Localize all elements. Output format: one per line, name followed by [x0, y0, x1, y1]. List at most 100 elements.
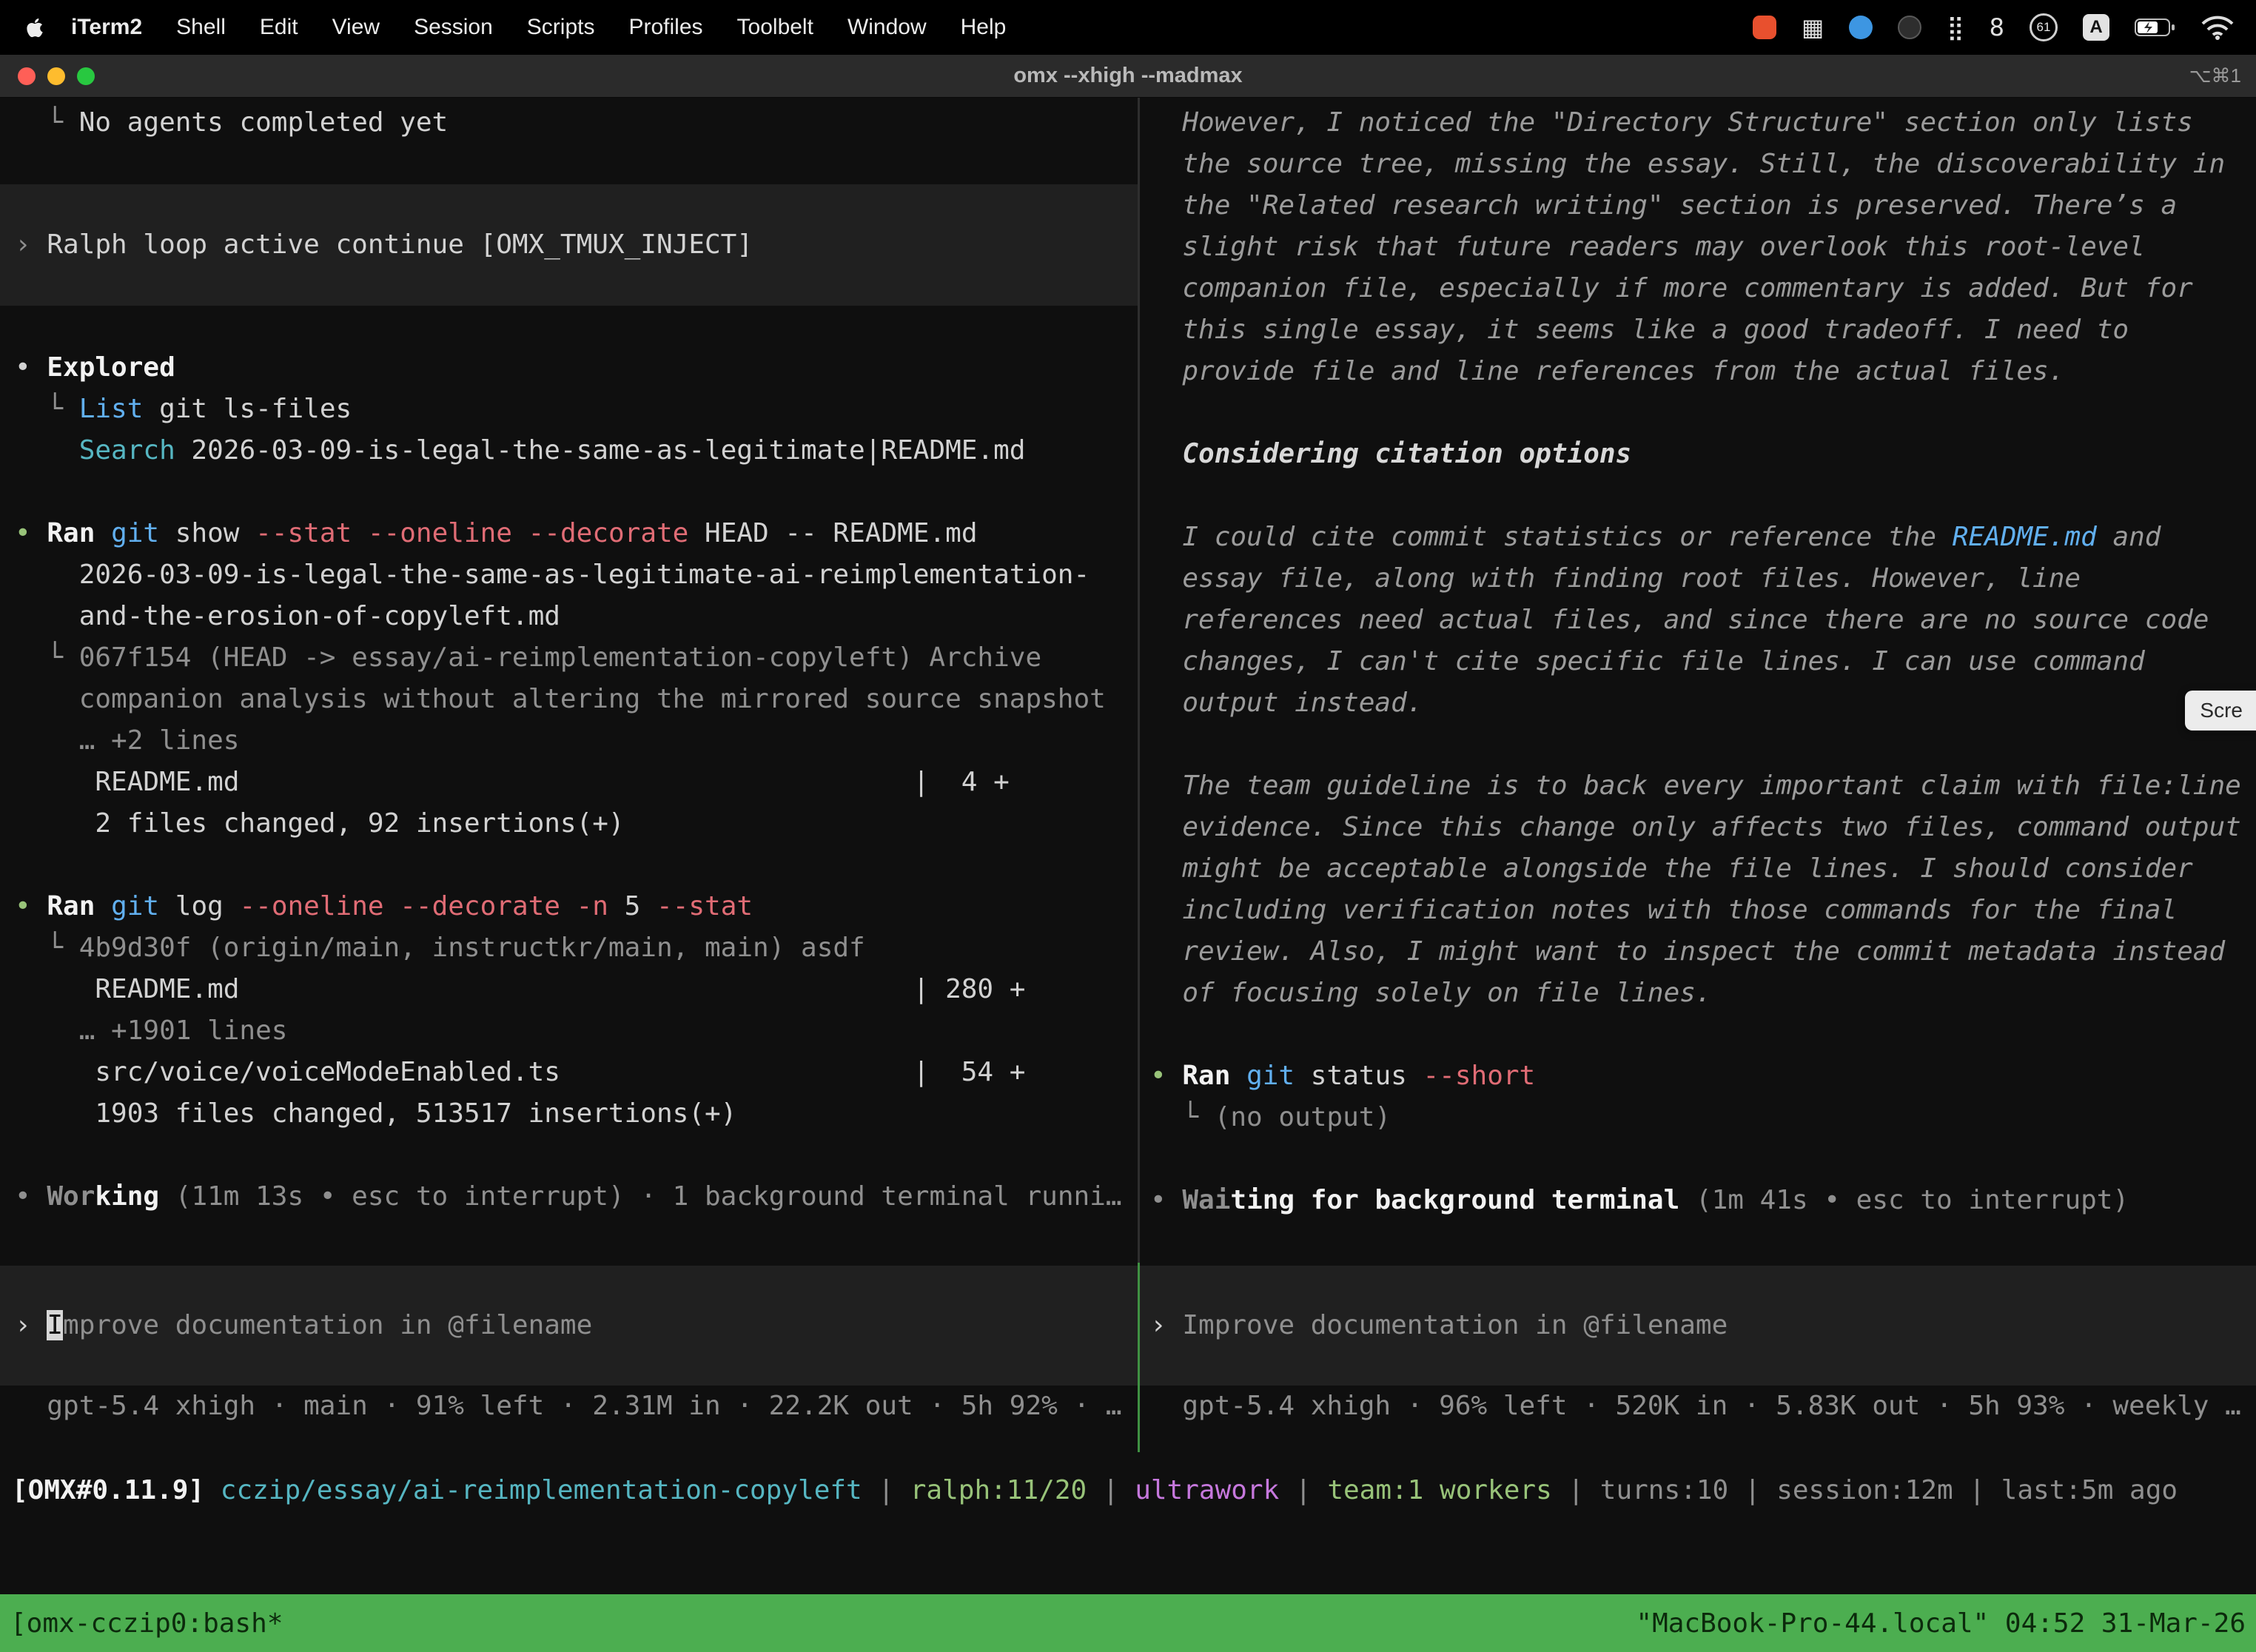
menu-item-toolbelt[interactable]: Toolbelt [733, 15, 818, 40]
agent-status-lines: └ No agents completed yet [15, 102, 1138, 144]
terminal-line: [OMX#0.11.9] cczip/essay/ai-reimplementa… [12, 1470, 2256, 1511]
terminal-line: However, I noticed the "Directory Struct… [1150, 102, 2256, 144]
right-pane[interactable]: However, I noticed the "Directory Struct… [1140, 98, 2256, 1452]
menu-item-help[interactable]: Help [956, 15, 1011, 40]
omx-status-bar: [OMX#0.11.9] cczip/essay/ai-reimplementa… [0, 1470, 2256, 1511]
command-input-right[interactable]: › Improve documentation in @filename [1140, 1266, 2256, 1386]
tmux-status-bar: [omx-cczip0:bash* "MacBook-Pro-44.local"… [0, 1594, 2256, 1652]
terminal-line [1150, 475, 2256, 517]
terminal-line: › Improve documentation in @filename [15, 1305, 1138, 1346]
wifi-icon[interactable] [2201, 15, 2234, 40]
menu-item-iterm2[interactable]: iTerm2 [71, 15, 142, 40]
title-bar[interactable]: omx --xhigh --madmax ⌥⌘1 [0, 55, 2256, 98]
close-button[interactable] [18, 67, 36, 85]
terminal-line [1150, 392, 2256, 434]
dark-app-icon[interactable] [1898, 16, 1921, 39]
terminal-line: • Explored [15, 347, 1138, 389]
command-input-left[interactable]: › Improve documentation in @filename [0, 1266, 1138, 1386]
terminal-line: 2026-03-09-is-legal-the-same-as-legitima… [15, 554, 1138, 596]
terminal-line: └ (no output) [1150, 1097, 2256, 1138]
window-controls [0, 67, 95, 85]
terminal-line: including verification notes with those … [1150, 890, 2256, 931]
desktop: iTerm2 Shell Edit View Session Scripts Profil… [0, 0, 2256, 1652]
terminal-line: this single essay, it seems like a good … [1150, 309, 2256, 351]
terminal-line: might be acceptable alongside the file l… [1150, 848, 2256, 890]
zoom-button[interactable] [77, 67, 95, 85]
terminal-line [1150, 724, 2256, 765]
terminal-line: • Waiting for background terminal (1m 41… [1150, 1180, 2256, 1221]
terminal-line: 2 files changed, 92 insertions(+) [15, 803, 1138, 845]
right-model-status: gpt-5.4 xhigh · 96% left · 520K in · 5.8… [1140, 1386, 2256, 1427]
terminal-line [1150, 1138, 2256, 1180]
terminal-line: … +1901 lines [15, 1010, 1138, 1052]
battery-icon[interactable] [2135, 18, 2176, 37]
tmux-session-label: [omx-cczip0:bash* [10, 1608, 283, 1639]
terminal-line [15, 306, 1138, 347]
terminal-line: output instead. [1150, 682, 2256, 724]
menu-item-session[interactable]: Session [409, 15, 497, 40]
terminal-line: I could cite commit statistics or refere… [1150, 517, 2256, 558]
terminal-line: essay file, along with finding root file… [1150, 558, 2256, 600]
pane-divider[interactable] [1138, 98, 1140, 1452]
terminal-line: provide file and line references from th… [1150, 351, 2256, 392]
left-pane[interactable]: └ No agents completed yet › Ralph loop a… [0, 98, 1138, 1452]
terminal-line: Considering citation options [1150, 434, 2256, 475]
terminal-line: The team guideline is to back every impo… [1150, 765, 2256, 807]
terminal-line [15, 845, 1138, 886]
tmux-panes: └ No agents completed yet › Ralph loop a… [0, 98, 2256, 1452]
terminal-line: README.md | 280 + [15, 969, 1138, 1010]
menu-item-profiles[interactable]: Profiles [624, 15, 707, 40]
terminal-line [15, 471, 1138, 513]
hook-icon[interactable]: 8 [1990, 16, 2004, 39]
menu-item-edit[interactable]: Edit [255, 15, 303, 40]
right-transcript: However, I noticed the "Directory Struct… [1150, 102, 2256, 1221]
right-pane-content: However, I noticed the "Directory Struct… [1140, 98, 2256, 1266]
window-shortcut: ⌥⌘1 [2189, 64, 2256, 87]
terminal-line: and-the-erosion-of-copyleft.md [15, 596, 1138, 637]
menu-item-shell[interactable]: Shell [172, 15, 230, 40]
terminal-line: changes, I can't cite specific file line… [1150, 641, 2256, 682]
menu-bar: iTerm2 Shell Edit View Session Scripts Profil… [0, 0, 2256, 55]
terminal-line: gpt-5.4 xhigh · 96% left · 520K in · 5.8… [1150, 1386, 2256, 1427]
grid-icon[interactable]: ▦ [1802, 16, 1824, 39]
screen-share-tooltip: Scre [2185, 691, 2256, 731]
minimize-button[interactable] [47, 67, 65, 85]
terminal-line: companion file, especially if more comme… [1150, 268, 2256, 309]
menu-status-icons: ▦ ⣿ 8 61 A [1753, 13, 2234, 41]
terminal-line: evidence. Since this change only affects… [1150, 807, 2256, 848]
terminal-line: Search 2026-03-09-is-legal-the-same-as-l… [15, 430, 1138, 471]
menu-item-view[interactable]: View [328, 15, 384, 40]
menu-item-scripts[interactable]: Scripts [523, 15, 600, 40]
terminal-line: └ 4b9d30f (origin/main, instructkr/main,… [15, 927, 1138, 969]
terminal-line [1150, 1014, 2256, 1055]
ralph-loop-banner: › Ralph loop active continue [OMX_TMUX_I… [0, 184, 1138, 306]
input-source-icon[interactable]: A [2083, 14, 2109, 41]
blue-app-icon[interactable] [1849, 16, 1873, 39]
menu-item-window[interactable]: Window [843, 15, 931, 40]
apple-menu-icon[interactable] [27, 17, 43, 38]
terminal-line: • Ran git show --stat --oneline --decora… [15, 513, 1138, 554]
battery-gauge-icon[interactable]: 61 [2030, 13, 2058, 41]
menu-items: Shell Edit View Session Scripts Profiles Toolb… [172, 15, 1010, 40]
terminal-line: └ List git ls-files [15, 389, 1138, 430]
terminal-line: src/voice/voiceModeEnabled.ts | 54 + [15, 1052, 1138, 1093]
window-title: omx --xhigh --madmax [0, 64, 2256, 88]
terminal-line: • Working (11m 13s • esc to interrupt) ·… [15, 1176, 1138, 1218]
terminal-line: └ No agents completed yet [15, 102, 1138, 144]
terminal-line: README.md | 4 + [15, 762, 1138, 803]
screen-recording-indicator[interactable] [1753, 16, 1776, 39]
left-pane-content: └ No agents completed yet › Ralph loop a… [0, 98, 1138, 1266]
terminal-line: 1903 files changed, 513517 insertions(+) [15, 1093, 1138, 1135]
left-transcript: • Explored └ List git ls-files Search 20… [15, 306, 1138, 1218]
terminal-line: of focusing solely on file lines. [1150, 973, 2256, 1014]
dots-grid-icon[interactable]: ⣿ [1947, 16, 1964, 39]
terminal-line: slight risk that future readers may over… [1150, 226, 2256, 268]
terminal-line: › Improve documentation in @filename [1150, 1305, 2256, 1346]
terminal-line: companion analysis without altering the … [15, 679, 1138, 720]
terminal-line: › Ralph loop active continue [OMX_TMUX_I… [15, 224, 1138, 266]
terminal-line: … +2 lines [15, 720, 1138, 762]
terminal-line: • Ran git status --short [1150, 1055, 2256, 1097]
terminal-line: gpt-5.4 xhigh · main · 91% left · 2.31M … [15, 1386, 1138, 1427]
left-model-status: gpt-5.4 xhigh · main · 91% left · 2.31M … [0, 1386, 1138, 1427]
terminal-line [15, 1135, 1138, 1176]
